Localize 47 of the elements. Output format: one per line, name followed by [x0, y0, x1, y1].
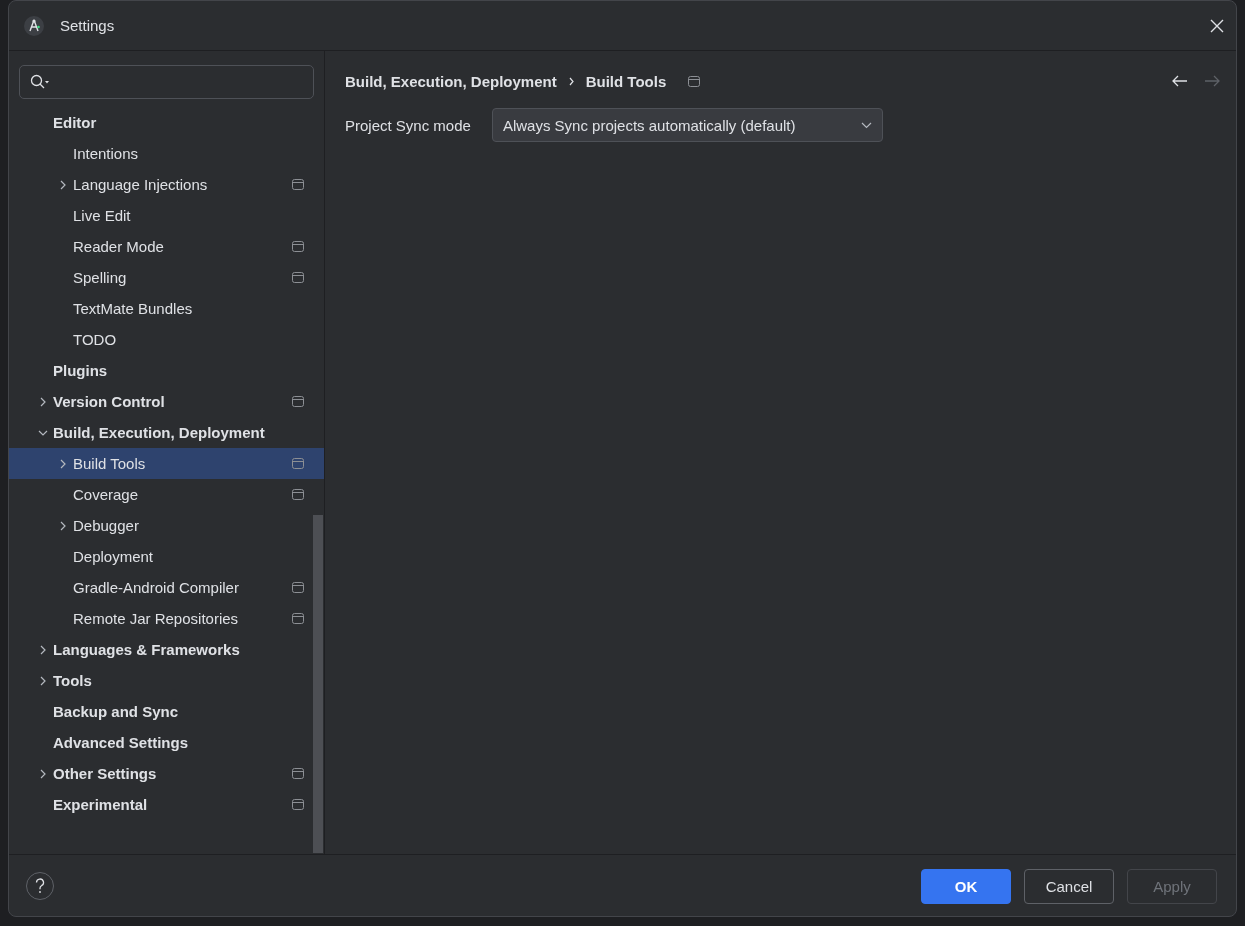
sidebar-item[interactable]: Live Edit: [9, 200, 324, 231]
search-field[interactable]: [19, 65, 314, 99]
question-mark-icon: [35, 878, 45, 894]
breadcrumb-item: Build Tools: [585, 72, 667, 90]
sidebar-item[interactable]: Experimental: [9, 789, 324, 820]
sidebar-item[interactable]: Language Injections: [9, 169, 324, 200]
sidebar-item[interactable]: Languages & Frameworks: [9, 634, 324, 665]
sidebar-item[interactable]: Editor: [9, 107, 324, 138]
chevron-down-icon[interactable]: [38, 429, 48, 436]
close-icon[interactable]: [1210, 18, 1224, 33]
chevron-down-icon: [860, 121, 872, 129]
sidebar-item[interactable]: Gradle-Android Compiler: [9, 572, 324, 603]
chevron-right-icon[interactable]: [40, 675, 46, 686]
back-arrow-icon[interactable]: [1172, 75, 1188, 87]
chevron-right-icon[interactable]: [40, 768, 46, 779]
sidebar-item[interactable]: Coverage: [9, 479, 324, 510]
chevron-right-icon: [568, 76, 574, 86]
sidebar-item[interactable]: TODO: [9, 324, 324, 355]
app-logo-icon: [24, 15, 44, 36]
chevron-right-icon[interactable]: [60, 458, 66, 469]
sidebar-item[interactable]: Reader Mode: [9, 231, 324, 262]
sidebar-item[interactable]: Remote Jar Repositories: [9, 603, 324, 634]
sidebar-item[interactable]: Intentions: [9, 138, 324, 169]
sidebar-item[interactable]: Advanced Settings: [9, 727, 324, 758]
chevron-right-icon[interactable]: [40, 644, 46, 655]
window-title: Settings: [60, 17, 116, 34]
breadcrumb-item[interactable]: Build, Execution, Deployment: [345, 72, 557, 90]
dialog-button[interactable]: Cancel: [1024, 868, 1114, 904]
sidebar-item[interactable]: Tools: [9, 665, 324, 696]
ok-button[interactable]: OK: [921, 868, 1011, 904]
field-label: Project Sync mode: [345, 116, 471, 134]
chevron-right-icon[interactable]: [60, 179, 66, 190]
sidebar-item[interactable]: Spelling: [9, 262, 324, 293]
sidebar-item[interactable]: Deployment: [9, 541, 324, 572]
search-icon[interactable]: [30, 74, 50, 90]
sidebar-item[interactable]: Build Tools: [9, 448, 324, 479]
sidebar-item[interactable]: Build, Execution, Deployment: [9, 417, 324, 448]
sidebar-item[interactable]: Debugger: [9, 510, 324, 541]
chevron-right-icon[interactable]: [40, 396, 46, 407]
sidebar-item[interactable]: Version Control: [9, 386, 324, 417]
sidebar-item[interactable]: Other Settings: [9, 758, 324, 789]
dropdown[interactable]: Always Sync projects automatically (default): [491, 108, 883, 142]
sidebar-item[interactable]: Plugins: [9, 355, 324, 386]
sidebar-item[interactable]: Backup and Sync: [9, 696, 324, 727]
chevron-right-icon[interactable]: [60, 520, 66, 531]
scrollbar-thumb[interactable]: [313, 515, 323, 853]
sidebar-item[interactable]: TextMate Bundles: [9, 293, 324, 324]
